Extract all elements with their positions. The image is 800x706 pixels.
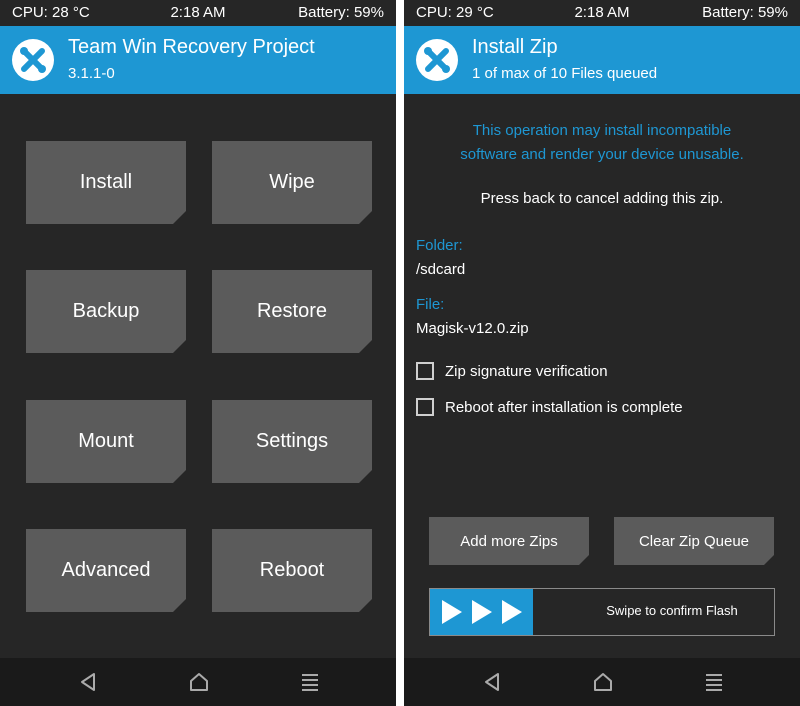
reboot-after-install-checkbox[interactable]: Reboot after installation is complete (416, 397, 683, 417)
mount-button-label: Mount (78, 430, 134, 452)
page-title: Install Zip (472, 36, 558, 58)
reboot-button-label: Reboot (259, 559, 325, 581)
app-header: Install Zip 1 of max of 10 Files queued (404, 26, 800, 94)
clear-zip-queue-button[interactable]: Clear Zip Queue (614, 517, 774, 565)
warning-line-2: software and render your device unusable… (460, 146, 744, 163)
swipe-handle[interactable] (430, 589, 533, 635)
home-icon[interactable] (187, 672, 211, 692)
settings-button-label: Settings (255, 430, 329, 452)
swipe-to-flash-slider[interactable]: Swipe to confirm Flash (429, 588, 775, 636)
home-icon[interactable] (591, 672, 615, 692)
queue-status: 1 of max of 10 Files queued (472, 65, 658, 82)
warning-line-1: This operation may install incompatible (472, 122, 732, 139)
mount-button[interactable]: Mount (26, 400, 186, 483)
triple-arrow-icon (442, 600, 522, 624)
restore-button[interactable]: Restore (212, 270, 372, 353)
battery-level: Battery: 59% (702, 4, 788, 21)
backup-button-label: Backup (72, 300, 140, 322)
settings-button[interactable]: Settings (212, 400, 372, 483)
zip-signature-label: Zip signature verification (445, 362, 608, 380)
wipe-button-label: Wipe (269, 171, 315, 193)
twrp-logo-icon (416, 39, 458, 81)
file-label: File: (416, 296, 445, 313)
cancel-hint: Press back to cancel adding this zip. (480, 190, 724, 207)
backup-button[interactable]: Backup (26, 270, 186, 353)
install-zip-screen: CPU: 29 °C 2:18 AM Battery: 59% Install … (404, 0, 800, 706)
navigation-bar (404, 658, 800, 706)
zip-signature-checkbox[interactable]: Zip signature verification (416, 361, 608, 381)
reboot-after-install-label: Reboot after installation is complete (445, 398, 683, 416)
advanced-button[interactable]: Advanced (26, 529, 186, 612)
clear-zip-queue-label: Clear Zip Queue (638, 532, 750, 550)
battery-level: Battery: 59% (298, 4, 384, 21)
twrp-main-screen: CPU: 28 °C 2:18 AM Battery: 59% Team Win… (0, 0, 396, 706)
restore-button-label: Restore (256, 300, 328, 322)
back-icon[interactable] (77, 672, 101, 692)
folder-label: Folder: (416, 237, 463, 254)
reboot-button[interactable]: Reboot (212, 529, 372, 612)
install-button-label: Install (79, 171, 133, 193)
back-icon[interactable] (481, 672, 505, 692)
advanced-button-label: Advanced (61, 559, 151, 581)
install-button[interactable]: Install (26, 141, 186, 224)
menu-icon[interactable] (702, 672, 726, 692)
warning-message: This operation may install incompatible … (404, 119, 800, 167)
add-more-zips-label: Add more Zips (460, 532, 558, 550)
menu-icon[interactable] (298, 672, 322, 692)
folder-value: /sdcard (416, 261, 466, 278)
navigation-bar (0, 658, 396, 706)
file-value: Magisk-v12.0.zip (416, 320, 529, 337)
app-version: 3.1.1-0 (68, 65, 115, 82)
checkbox-icon[interactable] (416, 362, 434, 380)
app-title: Team Win Recovery Project (68, 36, 315, 58)
status-bar: CPU: 28 °C 2:18 AM Battery: 59% (0, 0, 396, 26)
add-more-zips-button[interactable]: Add more Zips (429, 517, 589, 565)
checkbox-icon[interactable] (416, 398, 434, 416)
status-bar: CPU: 29 °C 2:18 AM Battery: 59% (404, 0, 800, 26)
swipe-label: Swipe to confirm Flash (606, 603, 738, 618)
app-header: Team Win Recovery Project 3.1.1-0 (0, 26, 396, 94)
twrp-logo-icon (12, 39, 54, 81)
wipe-button[interactable]: Wipe (212, 141, 372, 224)
